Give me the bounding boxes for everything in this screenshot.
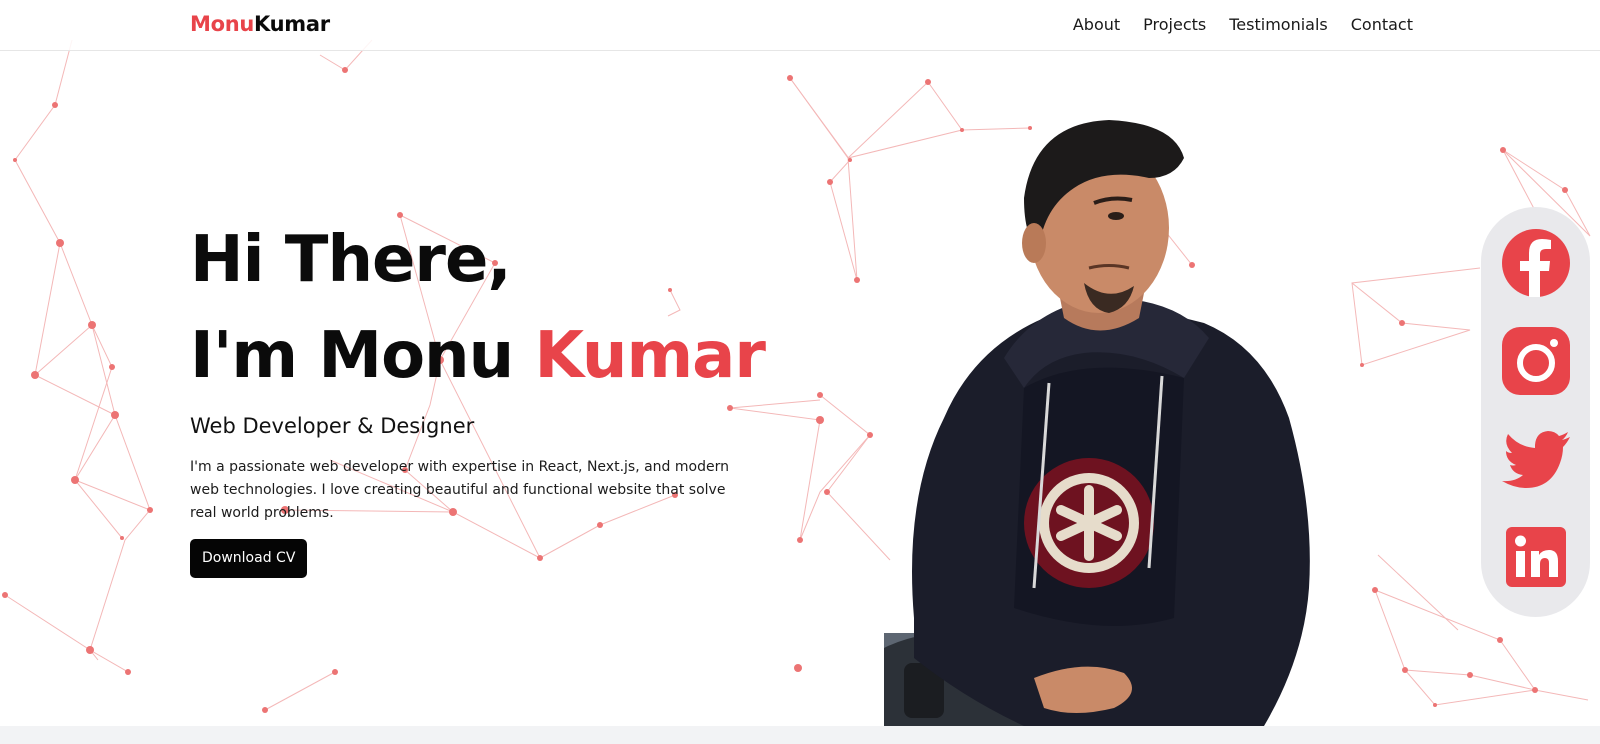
next-section-edge xyxy=(0,726,1600,744)
instagram-icon[interactable] xyxy=(1500,325,1572,397)
linkedin-icon[interactable] xyxy=(1500,521,1572,593)
social-links-bar xyxy=(1481,207,1590,617)
profile-photo xyxy=(884,120,1310,726)
site-logo[interactable]: MonuKumar xyxy=(190,12,330,36)
nav-link-contact[interactable]: Contact xyxy=(1351,15,1413,34)
nav-link-about[interactable]: About xyxy=(1073,15,1120,34)
main-nav: About Projects Testimonials Contact xyxy=(1073,15,1413,34)
twitter-icon[interactable] xyxy=(1500,423,1572,495)
hero-name-accent: Kumar xyxy=(534,319,765,393)
hero-section: Hi There, I'm Monu Kumar Web Developer &… xyxy=(190,212,790,578)
site-header: MonuKumar About Projects Testimonials Co… xyxy=(0,0,1600,51)
nav-link-testimonials[interactable]: Testimonials xyxy=(1229,15,1328,34)
nav-link-projects[interactable]: Projects xyxy=(1143,15,1206,34)
hero-name-prefix: I'm Monu xyxy=(190,319,535,393)
logo-first-name: Monu xyxy=(190,12,255,36)
facebook-icon[interactable] xyxy=(1500,227,1572,299)
hero-bio: I'm a passionate web developer with expe… xyxy=(190,459,729,521)
logo-last-name: Kumar xyxy=(254,12,330,36)
portfolio-page: MonuKumar About Projects Testimonials Co… xyxy=(0,0,1600,744)
hero-role: Web Developer & Designer xyxy=(190,414,475,438)
download-cv-button[interactable]: Download CV xyxy=(190,539,308,578)
hero-heading: Hi There, I'm Monu Kumar xyxy=(190,212,790,404)
hero-greeting: Hi There, xyxy=(190,223,512,297)
